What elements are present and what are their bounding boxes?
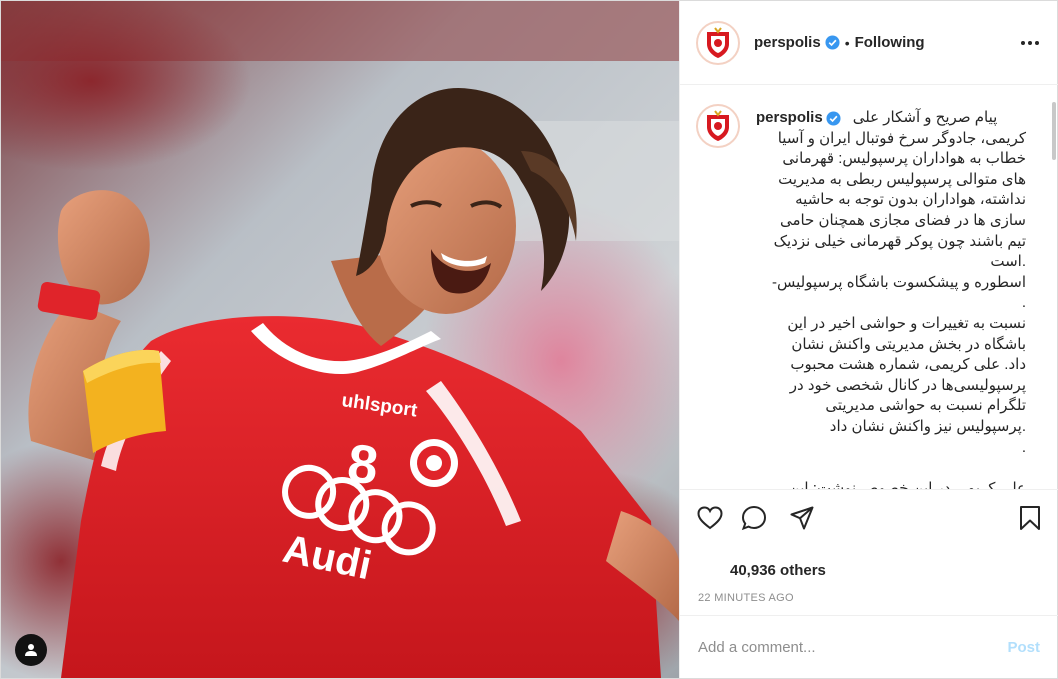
caption-line: پرسپولیسی‌ها در کانال شخصی خود در: [789, 376, 1026, 394]
caption-username[interactable]: perspolis: [756, 108, 823, 129]
header-username[interactable]: perspolis: [754, 34, 821, 51]
post-header: perspolis • Following: [680, 1, 1058, 85]
verified-badge-icon: [825, 35, 840, 50]
caption-scrollbar[interactable]: [1052, 102, 1056, 160]
bookmark-icon: [1020, 506, 1040, 530]
verified-badge-icon: [826, 111, 841, 126]
caption-avatar[interactable]: [696, 104, 740, 148]
heart-icon: [697, 506, 723, 530]
avatar[interactable]: [696, 20, 740, 65]
following-button[interactable]: Following: [855, 34, 925, 51]
caption-line: سازی ها در فضای مجازی همچنان حامی: [779, 211, 1026, 229]
comment-form: Post: [680, 615, 1058, 678]
post-timestamp[interactable]: 22 MINUTES AGO: [698, 592, 794, 604]
post-details-panel: perspolis • Following perspolis پیام صری…: [679, 1, 1058, 678]
perspolis-logo-icon: [707, 110, 729, 141]
caption-line: perspolis پیام صریح و آشکار علی: [756, 108, 1026, 129]
instagram-post-modal: uhlsport 8 Audi perspolis • Following pe…: [0, 0, 1058, 679]
caption-line: تیم باشند چون پوکر قهرمانی خیلی نزدیک: [773, 232, 1026, 250]
caption-line: خطاب به هواداران پرسپولیس: قهرمانی: [782, 150, 1026, 168]
caption-line: نداشته، هواداران بدون توجه به حاشیه: [795, 191, 1026, 209]
caption-line: داد. علی کریمی، شماره هشت محبوب: [790, 356, 1026, 374]
caption-line: .: [1021, 294, 1026, 312]
caption-line: های متوالی پرسپولیس ربطی به مدیریت: [778, 170, 1026, 188]
comment-input[interactable]: [698, 638, 1008, 656]
more-options-icon[interactable]: [1018, 35, 1042, 51]
caption-line: .پرسپولیس نیز واکنش نشان داد: [829, 417, 1026, 435]
caption-text: perspolis پیام صریح و آشکار علی کریمی، جا…: [756, 108, 1026, 489]
action-bar: 40,936 others 22 MINUTES AGO: [680, 489, 1058, 611]
separator-dot: •: [844, 34, 850, 51]
tag-people-button[interactable]: [15, 634, 47, 666]
caption-line: .است: [990, 253, 1026, 271]
post-photo[interactable]: uhlsport 8 Audi: [1, 1, 679, 678]
caption-line: تلگرام نسبت به حواشی مدیریتی: [825, 397, 1026, 415]
post-image: uhlsport 8 Audi: [1, 1, 679, 678]
caption-line: [756, 458, 1026, 479]
user-tag-icon: [25, 644, 37, 656]
caption-line: اسطوره و پیشکسوت باشگاه پرسپولیس-: [772, 273, 1026, 291]
paper-plane-icon: [790, 506, 814, 530]
save-button[interactable]: [1014, 502, 1046, 534]
caption-scroll-area[interactable]: perspolis پیام صریح و آشکار علی کریمی، جا…: [680, 86, 1058, 489]
comment-bubble-icon: [741, 505, 767, 531]
share-button[interactable]: [786, 502, 818, 534]
caption-line: .: [1021, 438, 1026, 456]
comment-button[interactable]: [738, 502, 770, 534]
caption-line: باشگاه در بخش مدیریتی واکنش نشان: [791, 335, 1026, 353]
like-button[interactable]: [694, 502, 726, 534]
likes-count[interactable]: 40,936 others: [730, 562, 826, 579]
caption-line: کریمی، جادوگر سرخ فوتبال ایران و آسیا: [777, 129, 1026, 147]
caption-line: علی کریمی در این خصوص نوشت: این: [788, 479, 1026, 489]
perspolis-logo-icon: [707, 26, 729, 58]
caption-line: نسبت به تغییرات و حواشی اخیر در این: [787, 314, 1026, 332]
post-comment-button[interactable]: Post: [1007, 639, 1040, 656]
